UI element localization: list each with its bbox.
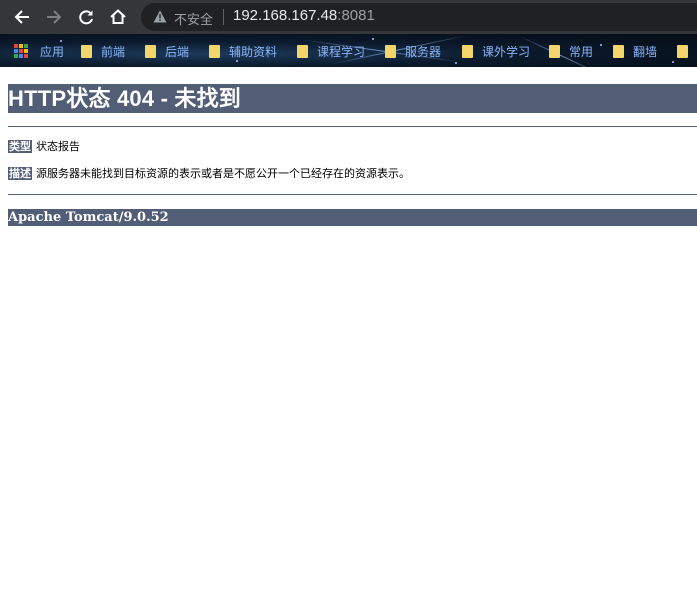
folder-icon [145, 44, 156, 58]
bookmark-folder-common[interactable]: 常用 [549, 42, 593, 60]
folder-icon [677, 44, 688, 58]
browser-toolbar: 不安全 192.168.167.48:8081 [0, 0, 697, 34]
bookmark-label: 常用 [569, 44, 594, 59]
background-star [672, 61, 674, 63]
apps-grid-icon [14, 44, 28, 58]
background-star [372, 38, 374, 40]
description-label: 描述 [8, 167, 32, 180]
type-value: 状态报告 [36, 140, 80, 153]
divider [223, 9, 224, 25]
bookmark-apps[interactable]: 应用 [14, 42, 64, 60]
folder-icon [385, 44, 396, 58]
forward-button[interactable] [42, 5, 66, 29]
bookmark-folder-overflow[interactable] [677, 42, 697, 60]
bookmark-folder-courses[interactable]: 课程学习 [297, 42, 365, 60]
bookmark-label: 课外学习 [482, 44, 531, 59]
warning-icon[interactable] [153, 10, 167, 23]
description-value: 源服务器未能找到目标资源的表示或者是不愿公开一个已经存在的资源表示。 [36, 167, 410, 180]
type-label: 类型 [8, 140, 32, 153]
arrow-left-icon [14, 10, 29, 24]
bookmark-label: 服务器 [405, 44, 442, 59]
folder-icon [297, 44, 308, 58]
folder-icon [462, 44, 473, 58]
url-text[interactable]: 192.168.167.48:8081 [233, 7, 375, 24]
home-icon [110, 9, 126, 24]
url-port: :8081 [337, 7, 375, 24]
bookmark-folder-extracurricular[interactable]: 课外学习 [462, 42, 530, 60]
folder-icon [549, 44, 560, 58]
background-star [455, 62, 457, 64]
bookmark-folder-vpn[interactable]: 翻墙 [613, 42, 657, 60]
server-footer: Apache Tomcat/9.0.52 [8, 209, 697, 226]
bookmark-folder-frontend[interactable]: 前端 [81, 42, 125, 60]
bookmarks-bar: 应用 前端 后端 辅助资料 课程学习 服务器 课外学习 常用 翻墙 [0, 34, 697, 67]
bookmark-label: 翻墙 [633, 44, 658, 59]
bookmark-folder-reference[interactable]: 辅助资料 [209, 42, 277, 60]
bookmark-label: 后端 [165, 44, 190, 59]
bookmark-label: 课程学习 [317, 44, 366, 59]
background-star [600, 44, 602, 46]
error-page: HTTP状态 404 - 未找到 类型 状态报告 描述 源服务器未能找到目标资源的表… [8, 84, 697, 226]
bookmark-folder-server[interactable]: 服务器 [385, 42, 441, 60]
security-label[interactable]: 不安全 [174, 9, 213, 28]
folder-icon [209, 44, 220, 58]
description-row: 描述 源服务器未能找到目标资源的表示或者是不愿公开一个已经存在的资源表示。 [8, 167, 697, 181]
bookmark-label: 辅助资料 [229, 44, 278, 59]
reload-icon [79, 10, 93, 25]
address-bar[interactable]: 不安全 192.168.167.48:8081 [141, 3, 697, 31]
back-button[interactable] [10, 5, 34, 29]
home-button[interactable] [106, 5, 130, 29]
status-type-row: 类型 状态报告 [8, 140, 697, 154]
folder-icon [613, 44, 624, 58]
reload-button[interactable] [74, 5, 98, 29]
bookmark-folder-backend[interactable]: 后端 [145, 42, 189, 60]
url-host: 192.168.167.48 [233, 7, 338, 24]
background-star [236, 60, 238, 62]
arrow-right-icon [47, 10, 62, 24]
bookmark-label: 前端 [101, 44, 126, 59]
bookmark-label: 应用 [40, 44, 65, 59]
folder-icon [81, 44, 92, 58]
page-title: HTTP状态 404 - 未找到 [8, 84, 697, 113]
